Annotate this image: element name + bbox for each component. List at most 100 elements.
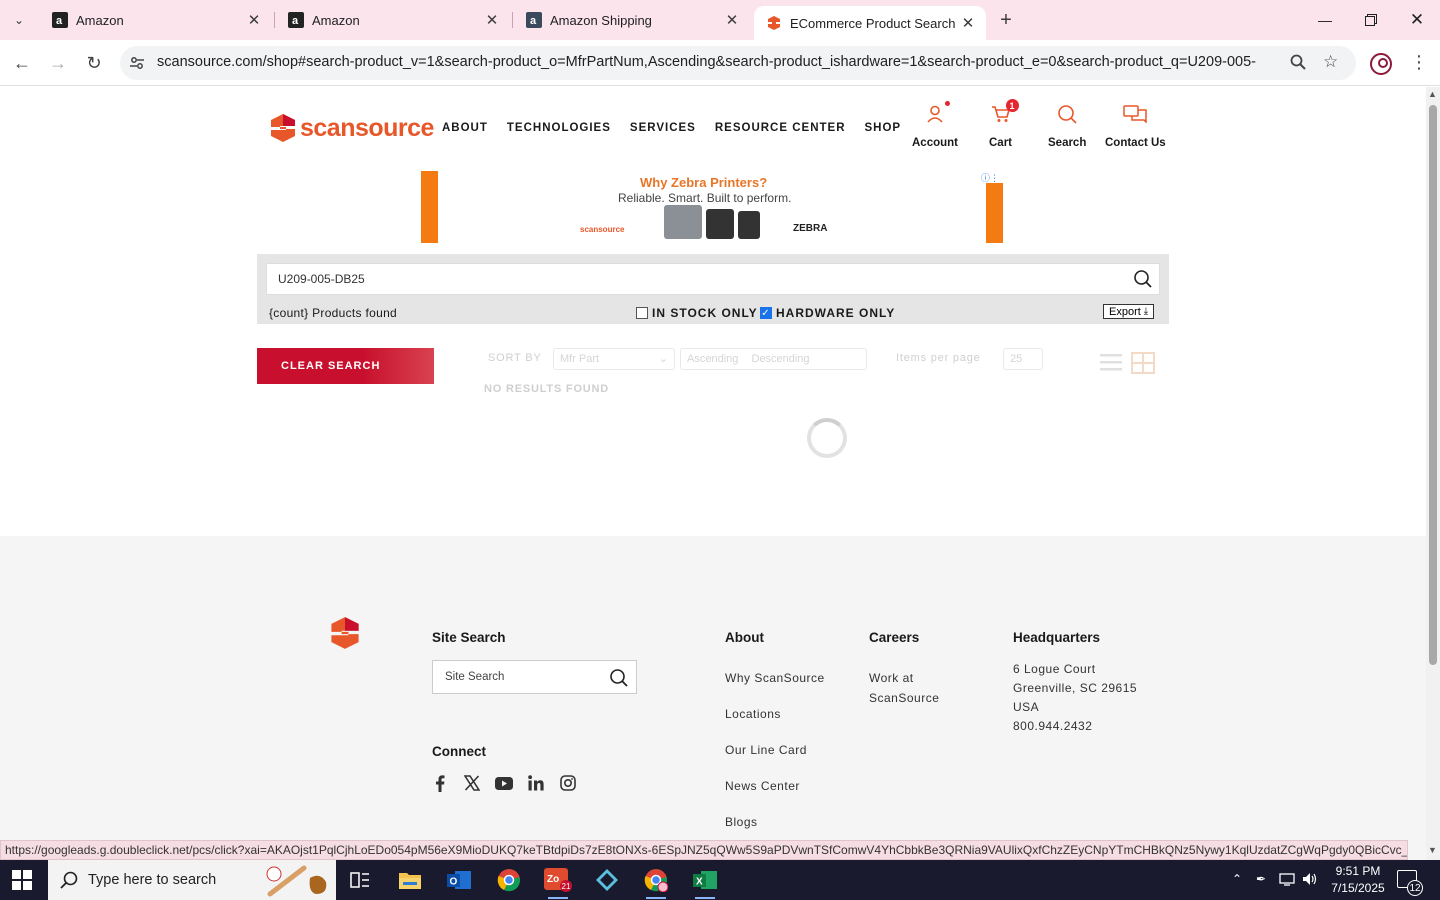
hardware-checkbox-box[interactable]: ✓ (760, 307, 772, 319)
cart-count-badge: 1 (1005, 99, 1019, 112)
facebook-icon[interactable] (431, 774, 449, 792)
page-viewport: scansource ABOUT TECHNOLOGIES SERVICES R… (0, 87, 1426, 860)
list-view-icon[interactable] (1100, 352, 1122, 377)
tab-separator (274, 12, 275, 28)
new-tab-icon[interactable]: + (994, 8, 1018, 32)
footer-link-news-center[interactable]: News Center (725, 779, 800, 793)
nav-shop[interactable]: SHOP (865, 122, 902, 134)
taskbar-search-box[interactable]: Type here to search (48, 860, 336, 900)
product-search-input[interactable]: U209-005-DB25 (266, 263, 1160, 295)
footer-link-locations[interactable]: Locations (725, 707, 781, 721)
footer-search-icon[interactable] (609, 668, 629, 693)
contact-link[interactable]: Contact Us (1105, 101, 1166, 149)
volume-icon[interactable] (1302, 872, 1318, 889)
sort-by-select[interactable]: Mfr Part ⌄ (553, 348, 675, 370)
chevron-down-icon: ⌄ (658, 353, 668, 365)
footer-link-why-scansource[interactable]: Why ScanSource (725, 671, 825, 685)
cart-link[interactable]: 1 Cart (989, 99, 1019, 149)
clear-search-button[interactable]: CLEAR SEARCH (257, 348, 434, 384)
windows-start-icon[interactable] (12, 870, 32, 890)
scansource-logo[interactable]: scansource (270, 113, 434, 143)
file-explorer-icon[interactable] (390, 864, 430, 896)
search-link[interactable]: Search (1048, 101, 1086, 149)
x-icon[interactable] (463, 774, 481, 792)
items-per-page-select[interactable]: 25 (1003, 348, 1043, 370)
svg-text:O: O (450, 877, 458, 888)
search-icon (1057, 101, 1077, 127)
chrome-profile-icon[interactable] (636, 864, 676, 899)
tab-amazon-2[interactable]: a Amazon ✕ (276, 0, 510, 40)
address-bar[interactable]: scansource.com/shop#search-product_v=1&s… (120, 46, 1356, 80)
site-settings-icon[interactable] (128, 54, 146, 72)
ad-right-bar (986, 183, 1003, 243)
outlook-icon[interactable]: O (439, 864, 479, 896)
footer-link-blogs[interactable]: Blogs (725, 815, 758, 829)
scansource-icon (766, 15, 782, 31)
sort-order-select[interactable]: Ascending Descending (680, 348, 867, 370)
bookmark-star-icon[interactable]: ☆ (1323, 52, 1338, 72)
taskbar-clock[interactable]: 9:51 PM 7/15/2025 (1328, 863, 1388, 897)
tab-ecommerce-product-search[interactable]: ECommerce Product Search ✕ (754, 6, 986, 40)
ad-scansource-logo: scansource (580, 225, 625, 234)
nav-about[interactable]: ABOUT (442, 122, 488, 134)
reload-icon[interactable]: ↻ (80, 49, 108, 77)
product-count: {count} Products found (269, 306, 398, 320)
footer-site-search-input[interactable]: Site Search (432, 660, 637, 694)
scrollbar-thumb[interactable] (1429, 105, 1437, 665)
hardware-only-checkbox[interactable]: ✓ HARDWARE ONLY (760, 306, 895, 320)
tab-close-icon[interactable]: ✕ (244, 10, 264, 30)
network-icon[interactable] (1279, 872, 1295, 889)
profile-avatar-icon[interactable] (1370, 53, 1392, 75)
link-status-bubble: https://googleads.g.doubleclick.net/pcs/… (0, 840, 1408, 860)
linkedin-icon[interactable] (527, 774, 545, 792)
chrome-icon[interactable] (489, 864, 529, 896)
export-button[interactable]: Export ⤓ (1103, 304, 1155, 319)
instagram-icon[interactable] (559, 774, 577, 792)
taskbar-search-placeholder: Type here to search (88, 872, 217, 888)
adchoices-icon[interactable]: ⓘ⋮ (981, 171, 999, 184)
footer-logo-icon[interactable] (330, 616, 360, 655)
in-stock-only-checkbox[interactable]: IN STOCK ONLY (636, 306, 758, 320)
scroll-down-arrow-icon[interactable]: ▼ (1428, 845, 1437, 855)
close-window-icon[interactable]: ✕ (1394, 0, 1440, 40)
excel-icon[interactable]: X (685, 864, 725, 899)
tab-amazon-1[interactable]: a Amazon ✕ (40, 0, 272, 40)
baseball-bat-icon (260, 864, 330, 900)
footer-hq-country: USA (1013, 700, 1040, 714)
forward-icon[interactable]: → (44, 49, 72, 77)
footer-hq-phone[interactable]: 800.944.2432 (1013, 719, 1092, 733)
tab-close-icon[interactable]: ✕ (722, 10, 742, 30)
nav-technologies[interactable]: TECHNOLOGIES (507, 122, 611, 134)
scroll-up-arrow-icon[interactable]: ▲ (1428, 89, 1437, 99)
nav-resource-center[interactable]: RESOURCE CENTER (715, 122, 846, 134)
page-scrollbar[interactable]: ▲ ▼ (1426, 87, 1440, 860)
youtube-icon[interactable] (495, 774, 513, 792)
show-hidden-icons-chevron-icon[interactable]: ⌃ (1232, 872, 1242, 886)
search-submit-icon[interactable] (1133, 269, 1153, 294)
loading-spinner-icon (807, 418, 847, 458)
footer-link-work-at[interactable]: Work at (869, 671, 914, 685)
back-icon[interactable]: ← (8, 49, 36, 77)
chrome-menu-icon[interactable]: ⋮ (1410, 52, 1428, 73)
zoom-app-icon[interactable]: Zo 21 (538, 864, 578, 899)
tab-search-chevron-icon[interactable]: ⌄ (6, 7, 32, 33)
tab-close-icon[interactable]: ✕ (958, 13, 978, 33)
task-view-icon[interactable] (340, 864, 380, 896)
hardware-label: HARDWARE ONLY (776, 306, 896, 320)
account-link[interactable]: Account (912, 101, 958, 149)
diamond-app-icon[interactable] (587, 864, 627, 896)
minimize-icon[interactable]: — (1302, 0, 1348, 40)
ad-banner[interactable]: Why Zebra Printers? Reliable. Smart. Bui… (421, 171, 1003, 243)
footer-link-work-at-scansource[interactable]: ScanSource (869, 691, 939, 705)
nav-services[interactable]: SERVICES (630, 122, 696, 134)
footer-link-line-card[interactable]: Our Line Card (725, 743, 807, 757)
tab-amazon-shipping[interactable]: a Amazon Shipping ✕ (514, 0, 750, 40)
svg-text:a: a (56, 15, 63, 27)
pen-tray-icon[interactable]: ✒ (1256, 872, 1266, 886)
tab-close-icon[interactable]: ✕ (482, 10, 502, 30)
contact-label: Contact Us (1105, 137, 1166, 149)
grid-view-icon[interactable] (1131, 352, 1155, 379)
in-stock-checkbox-box[interactable] (636, 307, 648, 319)
restore-icon[interactable] (1348, 0, 1394, 40)
zoom-icon[interactable] (1290, 54, 1306, 74)
